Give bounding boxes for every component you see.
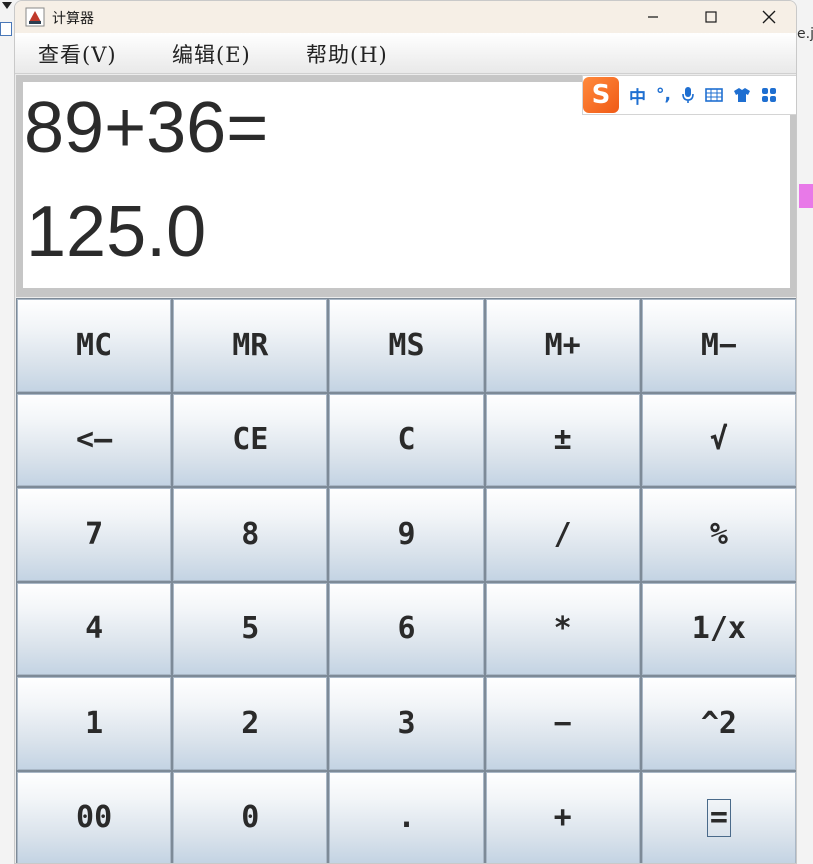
key-equals-label: = <box>706 798 731 837</box>
key-reciprocal[interactable]: 1/x <box>641 582 796 675</box>
ime-punctuation-toggle[interactable]: °, <box>656 85 671 105</box>
minimize-button[interactable] <box>624 1 682 33</box>
ime-mode-toggle[interactable]: 中 <box>629 83 646 108</box>
maximize-icon <box>705 11 717 23</box>
key-3[interactable]: 3 <box>329 677 484 770</box>
key-7[interactable]: 7 <box>17 488 172 581</box>
key-1[interactable]: 1 <box>17 677 172 770</box>
minimize-icon <box>648 16 658 18</box>
key-c[interactable]: C <box>329 393 484 486</box>
keypad: MC MR MS M+ M− <— CE C ± √ 7 8 9 / % 4 5… <box>16 298 796 863</box>
desktop: e.ja 计算器 <box>0 0 813 864</box>
skin-icon[interactable] <box>733 87 751 103</box>
key-add[interactable]: + <box>485 771 640 863</box>
background-window-left <box>0 0 14 864</box>
key-6[interactable]: 6 <box>329 582 484 675</box>
toolbox-icon[interactable] <box>761 87 777 103</box>
expression-display: 89+36= <box>24 88 269 168</box>
calculator-window: 计算器 查看(V) 编辑(E) 帮助(H) 89+36= 125.0 S 中 °… <box>14 0 797 864</box>
key-equals[interactable]: = <box>641 771 796 863</box>
maximize-button[interactable] <box>682 1 740 33</box>
menu-view[interactable]: 查看(V) <box>38 39 117 69</box>
key-mc[interactable]: MC <box>17 299 172 392</box>
key-decimal[interactable]: . <box>329 771 484 863</box>
menu-edit[interactable]: 编辑(E) <box>172 39 251 69</box>
key-square[interactable]: ^2 <box>641 677 796 770</box>
key-mr[interactable]: MR <box>173 299 328 392</box>
dropdown-triangle-icon <box>2 2 12 9</box>
ime-toolbar[interactable]: S 中 °, <box>582 75 796 115</box>
key-sqrt[interactable]: √ <box>641 393 796 486</box>
key-00[interactable]: 00 <box>17 771 172 863</box>
title-bar[interactable]: 计算器 <box>15 1 796 33</box>
menu-bar: 查看(V) 编辑(E) 帮助(H) <box>15 33 796 74</box>
key-subtract[interactable]: − <box>485 677 640 770</box>
key-ce[interactable]: CE <box>173 393 328 486</box>
key-8[interactable]: 8 <box>173 488 328 581</box>
java-app-icon <box>25 7 45 27</box>
key-percent[interactable]: % <box>641 488 796 581</box>
key-0[interactable]: 0 <box>173 771 328 863</box>
key-m-plus[interactable]: M+ <box>485 299 640 392</box>
key-9[interactable]: 9 <box>329 488 484 581</box>
key-multiply[interactable]: * <box>485 582 640 675</box>
key-backspace[interactable]: <— <box>17 393 172 486</box>
key-5[interactable]: 5 <box>173 582 328 675</box>
key-divide[interactable]: / <box>485 488 640 581</box>
close-button[interactable] <box>740 1 796 33</box>
key-plus-minus[interactable]: ± <box>485 393 640 486</box>
background-marker <box>799 184 813 208</box>
keyboard-icon[interactable] <box>705 88 723 102</box>
sogou-logo-icon[interactable]: S <box>583 77 619 113</box>
file-icon <box>0 22 12 36</box>
close-icon <box>762 10 776 24</box>
window-title: 计算器 <box>52 11 94 27</box>
key-ms[interactable]: MS <box>329 299 484 392</box>
microphone-icon[interactable] <box>681 86 695 104</box>
background-window-right: e.ja <box>797 0 813 864</box>
menu-help[interactable]: 帮助(H) <box>306 39 388 69</box>
key-2[interactable]: 2 <box>173 677 328 770</box>
result-display: 125.0 <box>26 192 207 272</box>
key-m-minus[interactable]: M− <box>641 299 796 392</box>
key-4[interactable]: 4 <box>17 582 172 675</box>
background-file-tab-text: e.ja <box>797 26 813 42</box>
